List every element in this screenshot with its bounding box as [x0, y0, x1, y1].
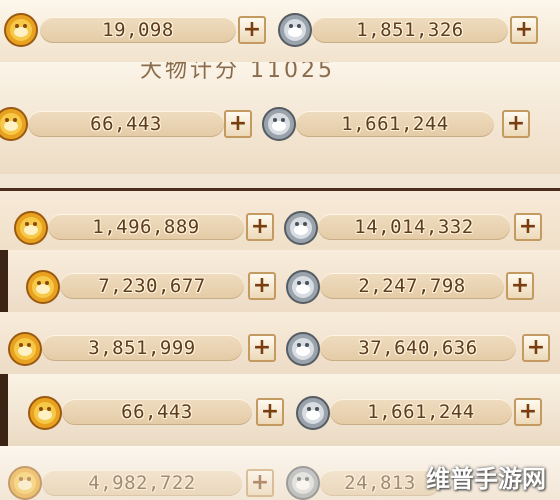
- add-silver-button[interactable]: +: [514, 398, 542, 426]
- silver-coin-icon: [278, 13, 312, 47]
- silver-coin-icon: [296, 396, 330, 430]
- gold-coin-icon: [4, 13, 38, 47]
- add-silver-button[interactable]: +: [514, 213, 542, 241]
- gold-amount-bar: 3,851,999: [42, 335, 242, 361]
- add-gold-button[interactable]: +: [248, 272, 276, 300]
- silver-amount: 37,640,636: [358, 337, 478, 359]
- add-gold-button[interactable]: +: [246, 213, 274, 241]
- gold-coin-icon: [0, 107, 28, 141]
- currency-strip-6: 66,443 + 1,661,244 +: [0, 374, 560, 446]
- currency-strip-7: 4,982,722 + 24,813 维普手游网: [0, 446, 560, 500]
- add-gold-button[interactable]: +: [256, 398, 284, 426]
- gold-amount: 7,230,677: [98, 275, 206, 297]
- add-gold-button[interactable]: +: [246, 469, 274, 497]
- currency-strip-4: 7,230,677 + 2,247,798 +: [0, 250, 560, 312]
- add-gold-button[interactable]: +: [238, 16, 266, 44]
- frame-edge: [0, 250, 8, 312]
- gold-amount-bar: 66,443: [28, 111, 224, 137]
- silver-amount: 14,014,332: [354, 216, 474, 238]
- silver-amount-bar: 37,640,636: [320, 335, 516, 361]
- silver-amount-bar: 1,851,326: [312, 17, 508, 43]
- frame-edge: [0, 374, 8, 446]
- gold-amount-bar: 66,443: [62, 399, 252, 425]
- gold-amount: 4,982,722: [88, 472, 196, 494]
- site-watermark: 维普手游网: [426, 465, 546, 493]
- gold-coin-icon: [14, 211, 48, 245]
- add-silver-button[interactable]: +: [522, 334, 550, 362]
- partial-score-text: 大物计分 11025: [140, 62, 335, 83]
- gold-amount: 19,098: [102, 19, 174, 41]
- gold-coin-icon: [8, 332, 42, 366]
- silver-amount: 1,661,244: [341, 113, 449, 135]
- silver-amount: 1,851,326: [356, 19, 464, 41]
- silver-coin-icon: [262, 107, 296, 141]
- gold-amount-bar: 19,098: [40, 17, 236, 43]
- gold-coin-icon: [28, 396, 62, 430]
- silver-amount-bar: 2,247,798: [320, 273, 504, 299]
- silver-amount: 24,813: [344, 472, 416, 494]
- currency-strip-5: 3,851,999 + 37,640,636 +: [0, 312, 560, 374]
- currency-strip-3: 1,496,889 + 14,014,332 +: [0, 188, 560, 253]
- silver-amount-bar: 14,014,332: [318, 214, 510, 240]
- gold-amount: 1,496,889: [92, 216, 200, 238]
- silver-coin-icon: [286, 332, 320, 366]
- silver-coin-icon: [284, 211, 318, 245]
- add-gold-button[interactable]: +: [248, 334, 276, 362]
- silver-amount-bar: 1,661,244: [296, 111, 494, 137]
- gold-coin-icon: [26, 270, 60, 304]
- silver-amount-bar: 1,661,244: [330, 399, 512, 425]
- silver-amount: 1,661,244: [367, 401, 475, 423]
- gold-amount: 3,851,999: [88, 337, 196, 359]
- gold-amount: 66,443: [90, 113, 162, 135]
- gold-coin-icon: [8, 466, 42, 500]
- silver-coin-icon: [286, 466, 320, 500]
- add-gold-button[interactable]: +: [224, 110, 252, 138]
- currency-strip-1: 19,098 + 1,851,326 +: [0, 0, 560, 62]
- gold-amount-bar: 1,496,889: [48, 214, 244, 240]
- currency-strip-2: 大物计分 11025 66,443 + 1,661,244 +: [0, 62, 560, 174]
- gold-amount-bar: 7,230,677: [60, 273, 244, 299]
- silver-coin-icon: [286, 270, 320, 304]
- add-silver-button[interactable]: +: [506, 272, 534, 300]
- add-silver-button[interactable]: +: [510, 16, 538, 44]
- silver-amount: 2,247,798: [358, 275, 466, 297]
- add-silver-button[interactable]: +: [502, 110, 530, 138]
- gold-amount-bar: 4,982,722: [42, 470, 242, 496]
- silver-amount-bar: 24,813: [320, 470, 440, 496]
- gold-amount: 66,443: [121, 401, 193, 423]
